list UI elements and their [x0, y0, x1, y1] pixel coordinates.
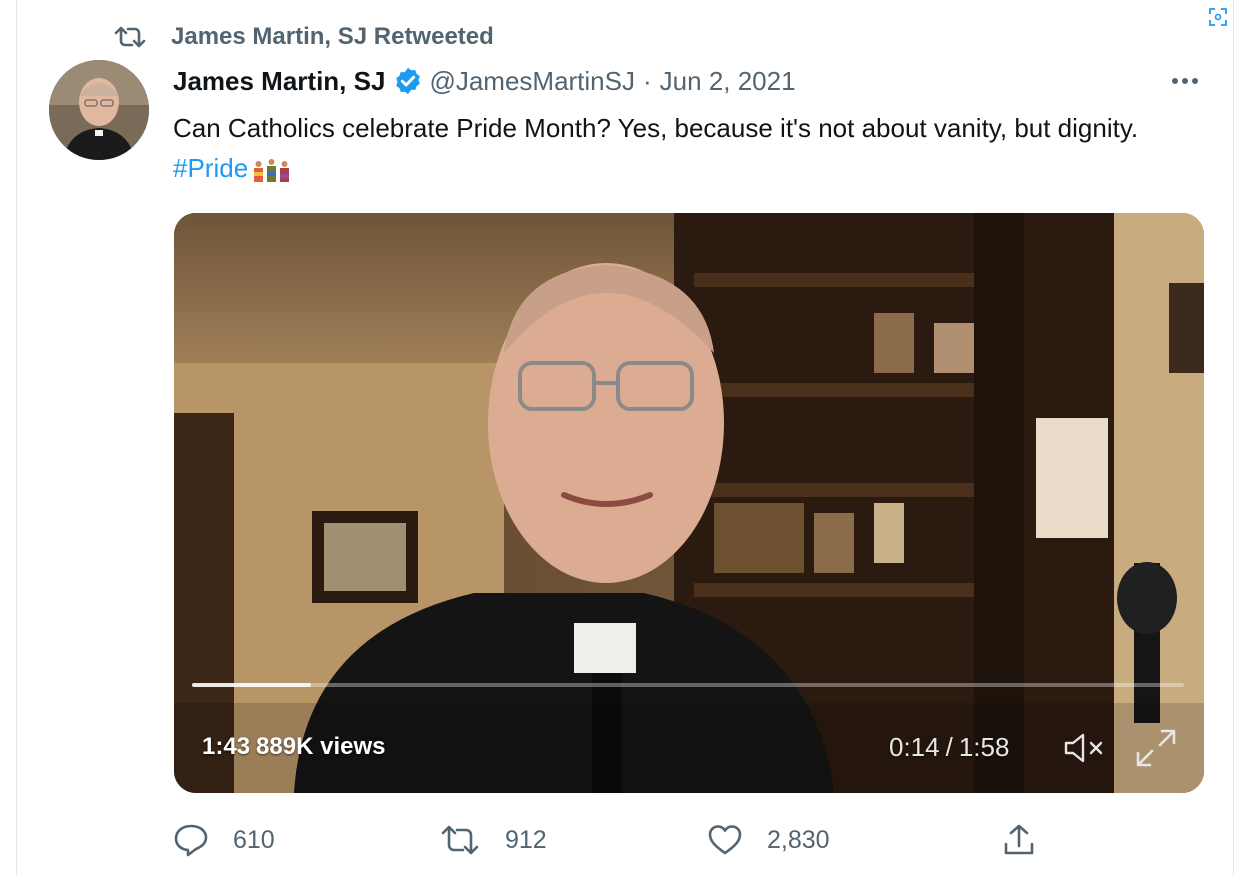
author-name[interactable]: James Martin, SJ — [173, 66, 385, 97]
video-current-time: 0:14 — [889, 731, 940, 762]
retweet-icon — [441, 825, 479, 855]
retweet-label[interactable]: James Martin, SJ Retweeted — [171, 23, 494, 51]
pride-flag-emoji-icon — [254, 159, 290, 183]
video-stats: 1:43 889K views — [202, 729, 385, 765]
more-options-icon[interactable] — [1167, 68, 1203, 94]
video-frame — [174, 213, 1204, 793]
verified-badge-icon — [396, 67, 421, 95]
avatar-image — [49, 60, 149, 160]
tweet-body: Can Catholics celebrate Pride Month? Yes… — [173, 113, 1139, 143]
meta-separator: · — [643, 65, 652, 96]
tweet-card[interactable]: James Martin, SJ Retweeted James Martin,… — [16, 0, 1234, 876]
fullscreen-icon[interactable] — [1134, 727, 1178, 769]
heart-icon — [708, 825, 742, 855]
video-views-count: 889K views — [256, 733, 386, 760]
reply-button[interactable]: 610 — [173, 816, 275, 864]
avatar[interactable] — [49, 60, 149, 160]
focus-mode-icon[interactable] — [1209, 8, 1227, 26]
like-count: 2,830 — [767, 825, 830, 854]
video-player[interactable]: 1:43 889K views 0:14 / 1:58 — [174, 213, 1204, 793]
like-button[interactable]: 2,830 — [707, 816, 830, 864]
video-duration-badge: 1:43 — [202, 733, 251, 760]
video-time-divider: / — [945, 731, 953, 762]
retweet-count: 912 — [505, 825, 547, 854]
tweet-text: Can Catholics celebrate Pride Month? Yes… — [173, 108, 1183, 188]
hashtag-link[interactable]: #Pride — [173, 153, 248, 183]
tweet-date[interactable]: Jun 2, 2021 — [660, 66, 796, 97]
reply-icon — [174, 824, 208, 857]
video-timecode: 0:14 / 1:58 — [889, 729, 1009, 765]
share-button[interactable] — [1001, 816, 1061, 864]
retweet-icon — [114, 26, 146, 48]
author-handle[interactable]: @JamesMartinSJ — [429, 66, 635, 97]
share-icon — [1004, 824, 1034, 855]
retweet-button[interactable]: 912 — [439, 816, 547, 864]
muted-speaker-icon[interactable] — [1062, 731, 1106, 765]
reply-count: 610 — [233, 825, 275, 854]
video-progress-fill — [192, 683, 312, 687]
retweet-context[interactable]: James Martin, SJ Retweeted — [113, 22, 494, 52]
tweet-actions: 610 912 2,830 — [173, 816, 1073, 864]
video-total-time: 1:58 — [958, 731, 1010, 762]
tweet-header: James Martin, SJ @JamesMartinSJ · Jun 2,… — [173, 62, 796, 100]
video-progress-bar[interactable] — [192, 683, 1184, 687]
